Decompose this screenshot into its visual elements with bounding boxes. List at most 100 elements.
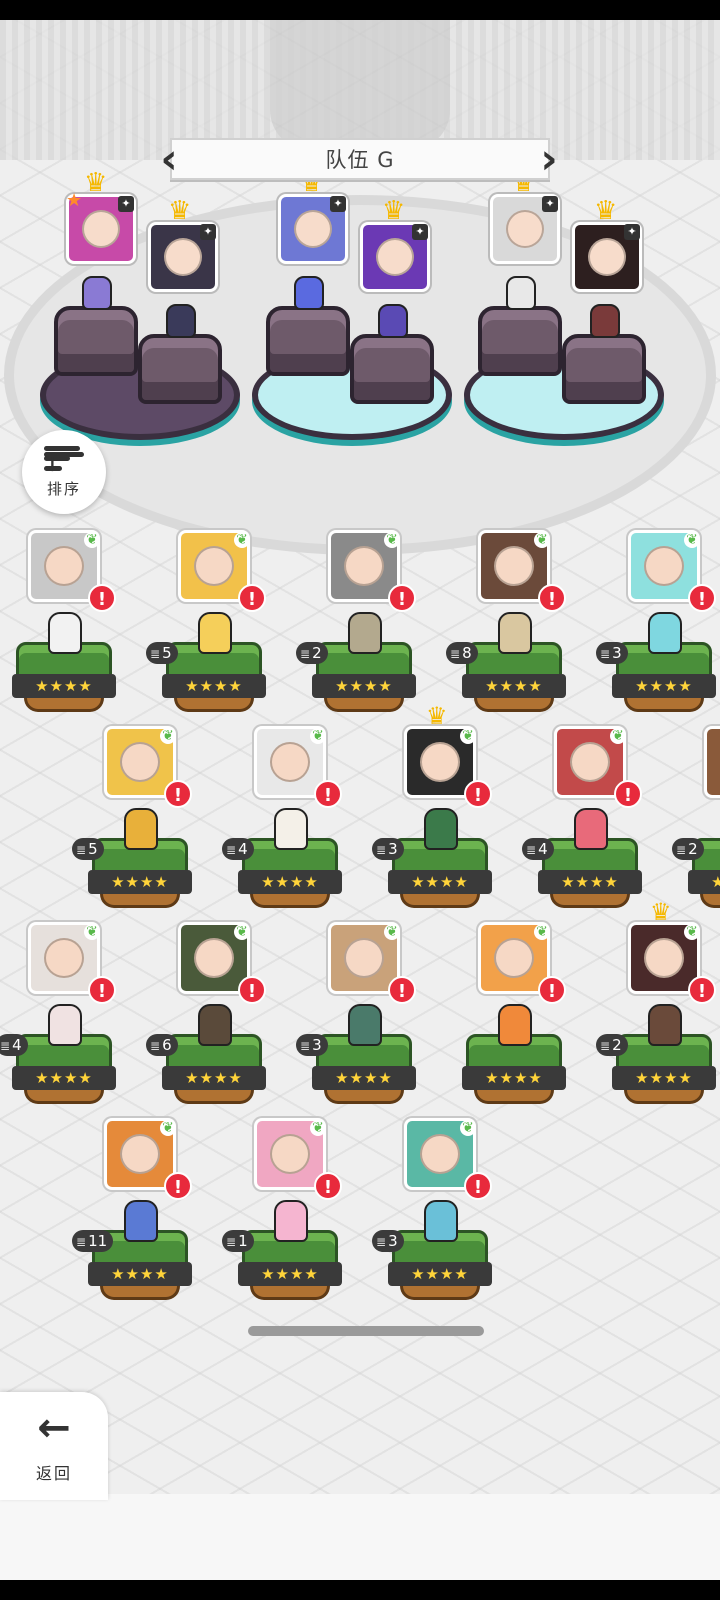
- leaf-icon: ❦: [534, 532, 550, 548]
- stack-icon: ≣: [376, 843, 387, 857]
- hero-sprite: [348, 1004, 382, 1046]
- star-rating: ★★★★: [88, 870, 192, 894]
- hero-level: 2: [612, 1036, 622, 1054]
- leaf-icon: ❦: [160, 728, 176, 744]
- hero-level-badge: ≣ 3: [372, 1230, 404, 1252]
- hero-level: 3: [312, 1036, 322, 1054]
- alert-icon: !: [388, 976, 416, 1004]
- alert-icon: !: [464, 780, 492, 808]
- hero-sprite: [124, 808, 158, 850]
- hero-face: [344, 938, 384, 978]
- star-rating: ★★★★: [162, 1066, 266, 1090]
- hero-level-badge: ≣ 4: [222, 838, 254, 860]
- hero-level-badge: ≣ 5: [72, 838, 104, 860]
- stack-icon: ≣: [226, 843, 237, 857]
- alert-icon: !: [688, 584, 716, 612]
- sort-button[interactable]: ↓ 排序: [22, 430, 106, 514]
- leaf-icon: ❦: [310, 1120, 326, 1136]
- hero-card[interactable]: ❦! ★★★★ ≣ 6: [146, 922, 270, 1122]
- formation-pillar: [54, 306, 138, 376]
- hero-sprite: [498, 612, 532, 654]
- hero-card[interactable]: ❦!★★★★≣2: [672, 726, 720, 926]
- hero-card[interactable]: ❦ ♛! ★★★★ ≣ 3: [372, 702, 496, 926]
- crown-icon: ♛: [594, 196, 618, 226]
- hero-card[interactable]: ❦! ★★★★ ≣ 5: [72, 726, 196, 926]
- alert-icon: !: [88, 584, 116, 612]
- leaf-icon: ❦: [534, 924, 550, 940]
- game-scene: ♛ ♛ ♛ ♛ ♛ ♛ ★ ✦ ✦ ✦ ✦ ✦ ✦ 队伍 G ‹ › ↓ 排序 …: [0, 20, 720, 1580]
- navigation-bar: [0, 1580, 720, 1600]
- chevron-right-icon[interactable]: ›: [536, 134, 562, 184]
- crown-icon: ♛: [382, 196, 406, 226]
- alert-icon: !: [238, 584, 266, 612]
- stack-icon: ≣: [76, 843, 87, 857]
- alert-icon: !: [388, 584, 416, 612]
- hero-sprite: [274, 1200, 308, 1242]
- hero-card[interactable]: ❦! ★★★★ ≣ 11: [72, 1118, 196, 1318]
- hero-sprite: [48, 612, 82, 654]
- star-rating: ★★★★: [388, 1262, 492, 1286]
- star-rating: ★★★★: [688, 870, 720, 894]
- class-icon: ✦: [200, 224, 216, 240]
- scroll-indicator[interactable]: [248, 1326, 484, 1336]
- hero-level: 2: [688, 840, 698, 858]
- alert-icon: !: [314, 780, 342, 808]
- hero-level-badge: ≣ 2: [296, 642, 328, 664]
- hero-card[interactable]: ❦! ★★★★ ≣ 8: [446, 530, 570, 730]
- leaf-icon: ❦: [610, 728, 626, 744]
- hero-level: 3: [612, 644, 622, 662]
- leaf-icon: ❦: [160, 1120, 176, 1136]
- hero-card[interactable]: ❦! ★★★★: [10, 530, 120, 730]
- hero-level: 3: [388, 1232, 398, 1250]
- hero-card[interactable]: ❦! ★★★★ ≣ 1: [222, 1118, 346, 1318]
- stack-icon: ≣: [376, 1235, 387, 1249]
- leaf-icon: ❦: [84, 924, 100, 940]
- hero-sprite: [82, 276, 112, 310]
- hero-level-badge: ≣ 3: [372, 838, 404, 860]
- hero-level: 6: [162, 1036, 172, 1054]
- back-button[interactable]: ← 返回: [0, 1392, 108, 1500]
- hero-card[interactable]: ❦ ♛! ★★★★ ≣ 2: [596, 898, 720, 1122]
- hero-level-badge: ≣ 4: [0, 1034, 28, 1056]
- hero-level: 4: [12, 1036, 22, 1054]
- star-rating: ★★★★: [612, 1066, 716, 1090]
- hero-sprite: [198, 612, 232, 654]
- hero-card[interactable]: ❦! ★★★★ ≣ 5: [146, 530, 270, 730]
- alert-icon: !: [614, 780, 642, 808]
- chevron-left-icon[interactable]: ‹: [156, 134, 182, 184]
- hero-card[interactable]: ❦! ★★★★ ≣ 3: [596, 530, 720, 730]
- hero-face: [270, 742, 310, 782]
- star-rating: ★★★★: [12, 674, 116, 698]
- hero-sprite: [424, 1200, 458, 1242]
- leaf-icon: ❦: [684, 532, 700, 548]
- hero-face: [494, 938, 534, 978]
- hero-card[interactable]: ❦! ★★★★ ≣ 4: [222, 726, 346, 926]
- leaf-icon: ❦: [84, 532, 100, 548]
- hero-card[interactable]: ❦! ★★★★ ≣ 3: [296, 922, 420, 1122]
- hero-sprite: [498, 1004, 532, 1046]
- star-rating: ★★★★: [312, 1066, 416, 1090]
- hero-sprite: [590, 304, 620, 338]
- hero-level-badge: ≣ 3: [596, 642, 628, 664]
- hero-card[interactable]: ❦! ★★★★ ≣ 3: [372, 1118, 496, 1318]
- hero-card[interactable]: ❦!★★★★≣2: [296, 530, 420, 730]
- hero-level-badge: ≣ 1: [222, 1230, 254, 1252]
- alert-icon: !: [538, 584, 566, 612]
- hero-card[interactable]: ❦! ★★★★ ≣ 4: [0, 922, 120, 1122]
- stack-icon: ≣: [450, 647, 461, 661]
- hero-level: 2: [312, 644, 322, 662]
- stack-icon: ≣: [300, 1039, 311, 1053]
- hero-card[interactable]: ❦! ★★★★: [460, 922, 570, 1122]
- alert-icon: !: [88, 976, 116, 1004]
- stack-icon: ≣: [76, 1235, 87, 1249]
- hero-level-badge: ≣ 6: [146, 1034, 178, 1056]
- hero-card[interactable]: ❦! ★★★★ ≣ 4: [522, 726, 646, 926]
- hero-sprite: [424, 808, 458, 850]
- alert-icon: !: [238, 976, 266, 1004]
- crown-icon: ♛: [426, 702, 448, 730]
- hero-face: [194, 546, 234, 586]
- hero-face: [120, 742, 160, 782]
- hero-sprite: [648, 612, 682, 654]
- hero-sprite: [48, 1004, 82, 1046]
- hero-face: [494, 546, 534, 586]
